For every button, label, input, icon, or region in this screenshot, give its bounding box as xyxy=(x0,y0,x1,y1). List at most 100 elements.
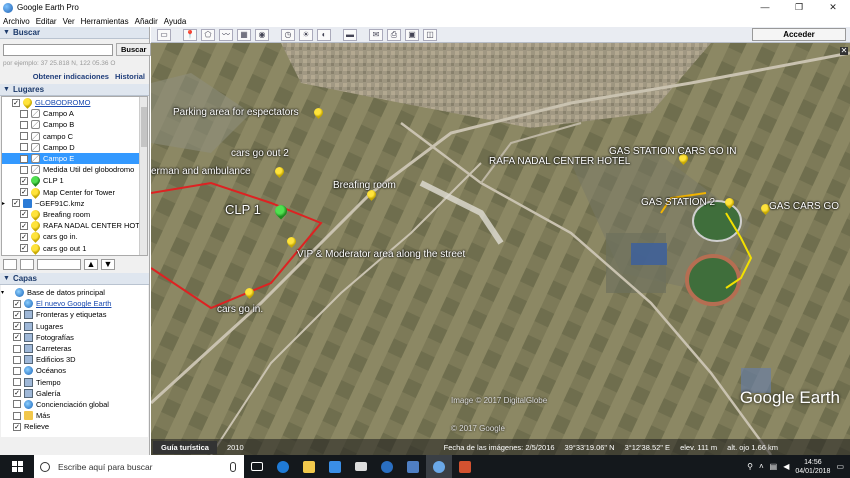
list-item[interactable]: ✓ cars go out 1 xyxy=(2,241,147,255)
maximize-button[interactable]: ❐ xyxy=(782,0,816,15)
checkbox[interactable]: ✓ xyxy=(20,154,28,163)
list-item[interactable]: Medida Util del globodromo xyxy=(2,164,147,175)
list-item[interactable]: ✓ Relieve xyxy=(1,421,148,432)
document-icon[interactable] xyxy=(400,455,426,478)
list-item[interactable]: ✓ Fotografías xyxy=(1,332,148,343)
list-item[interactable]: ✓ RAFA NADAL CENTER HOT... xyxy=(2,219,147,233)
checkbox[interactable]: ✓ xyxy=(20,221,28,230)
list-item[interactable]: ✓ Map Center for Tower xyxy=(2,185,147,199)
list-item[interactable]: Edificios 3D xyxy=(1,354,148,365)
list-item[interactable]: ✓ Lugares xyxy=(1,321,148,332)
tour-icon[interactable]: ◉ xyxy=(255,28,269,41)
powerpoint-icon[interactable] xyxy=(452,455,478,478)
store-icon[interactable] xyxy=(322,455,348,478)
scrollbar[interactable] xyxy=(139,97,147,255)
menu-herramientas[interactable]: Herramientas xyxy=(81,17,129,26)
task-view-icon[interactable] xyxy=(244,455,270,478)
historical-imagery-icon[interactable]: ◷ xyxy=(281,28,295,41)
menu-ayuda[interactable]: Ayuda xyxy=(164,17,187,26)
list-item[interactable]: Campo A xyxy=(2,108,147,119)
browser-icon[interactable] xyxy=(374,455,400,478)
checkbox[interactable] xyxy=(13,355,21,364)
polygon-icon[interactable]: ⬠ xyxy=(201,28,215,41)
checkbox[interactable]: ✓ xyxy=(20,232,28,241)
planets-icon[interactable]: ◐ xyxy=(317,28,331,41)
history-link[interactable]: Historial xyxy=(115,72,145,81)
checkbox[interactable] xyxy=(20,132,28,141)
panel-toggle-button[interactable] xyxy=(20,259,34,270)
menu-anadir[interactable]: Añadir xyxy=(135,17,158,26)
checkbox[interactable]: ✓ xyxy=(20,244,28,253)
list-item[interactable]: ✓ cars go in. xyxy=(2,230,147,244)
menu-ver[interactable]: Ver xyxy=(63,17,75,26)
list-item[interactable]: Carreteras xyxy=(1,343,148,354)
list-item[interactable]: ✓ El nuevo Google Earth xyxy=(1,298,148,309)
checkbox[interactable] xyxy=(20,165,28,174)
search-places-button[interactable] xyxy=(3,259,17,270)
list-item-selected[interactable]: ✓ Campo E xyxy=(2,152,147,165)
list-item[interactable]: ✓ GLOBODROMO xyxy=(2,97,147,109)
checkbox[interactable] xyxy=(13,344,21,353)
close-button[interactable]: ✕ xyxy=(816,0,850,15)
menu-archivo[interactable]: Archivo xyxy=(3,17,30,26)
move-down-button[interactable]: ▼ xyxy=(101,259,115,270)
list-item[interactable]: ✓ CLP 1 xyxy=(2,174,147,188)
checkbox[interactable]: ✓ xyxy=(13,310,21,319)
edge-icon[interactable] xyxy=(270,455,296,478)
list-item[interactable]: Campo D xyxy=(2,142,147,153)
file-explorer-icon[interactable] xyxy=(296,455,322,478)
checkbox[interactable] xyxy=(20,143,28,152)
list-item[interactable]: ✓ Galería xyxy=(1,388,148,399)
move-up-button[interactable]: ▲ xyxy=(84,259,98,270)
map-view[interactable]: ▭ 📍 ⬠ 〰 ▦ ◉ ◷ ☀ ◐ ▬ ✉ ⎙ ▣ ◫ Acceder Park… xyxy=(151,27,850,455)
mail-icon[interactable] xyxy=(348,455,374,478)
tour-guide-button[interactable]: Guía turística xyxy=(153,440,217,454)
places-filter-input[interactable] xyxy=(37,259,81,270)
checkbox[interactable]: ✓ xyxy=(20,176,28,185)
person-icon[interactable]: ⚲ xyxy=(747,462,753,471)
list-item[interactable]: Campo B xyxy=(2,119,147,130)
layers-header[interactable]: ▼ Capas xyxy=(0,273,149,285)
list-item[interactable]: ▸ ✓ ~GEF91C.kmz xyxy=(2,198,147,209)
checkbox[interactable]: ✓ xyxy=(13,389,21,398)
search-input[interactable] xyxy=(3,43,113,56)
search-header[interactable]: ▼ Buscar xyxy=(0,27,149,39)
menu-editar[interactable]: Editar xyxy=(36,17,57,26)
list-item[interactable]: campo C xyxy=(2,131,147,142)
overlay-icon[interactable]: ▦ xyxy=(237,28,251,41)
list-item[interactable]: ✓ Breafing room xyxy=(2,208,147,221)
taskbar-search[interactable]: Escribe aquí para buscar xyxy=(34,455,244,478)
checkbox[interactable]: ✓ xyxy=(13,422,21,431)
checkbox[interactable] xyxy=(13,400,21,409)
checkbox[interactable]: ✓ xyxy=(13,333,21,342)
list-item[interactable]: Océanos xyxy=(1,365,148,376)
notifications-icon[interactable]: ▭ xyxy=(836,462,844,471)
checkbox[interactable] xyxy=(13,366,21,375)
network-icon[interactable]: ▤ xyxy=(770,462,778,471)
list-item[interactable]: ✓ Fronteras y etiquetas xyxy=(1,309,148,320)
checkbox[interactable] xyxy=(13,378,21,387)
places-header[interactable]: ▼ Lugares xyxy=(0,84,149,96)
microphone-icon[interactable] xyxy=(230,461,236,472)
path-icon[interactable]: 〰 xyxy=(219,28,233,41)
list-item[interactable]: Tiempo xyxy=(1,377,148,388)
clock[interactable]: 14:56 04/01/2018 xyxy=(795,458,830,476)
email-icon[interactable]: ✉ xyxy=(369,28,383,41)
navigation-controls-icon[interactable]: ✕ xyxy=(840,47,848,55)
maps-icon[interactable]: ◫ xyxy=(423,28,437,41)
start-button[interactable] xyxy=(0,455,34,478)
minimize-button[interactable]: — xyxy=(748,0,782,15)
save-image-icon[interactable]: ▣ xyxy=(405,28,419,41)
chevron-up-icon[interactable]: ˄ xyxy=(759,462,764,471)
placemark-icon[interactable]: 📍 xyxy=(183,28,197,41)
checkbox[interactable]: ✓ xyxy=(13,322,21,331)
volume-icon[interactable]: ◀ xyxy=(783,462,789,471)
list-item[interactable]: Más xyxy=(1,410,148,421)
checkbox[interactable]: ✓ xyxy=(20,188,28,197)
sunlight-icon[interactable]: ☀ xyxy=(299,28,313,41)
list-item[interactable]: Concienciación global xyxy=(1,399,148,410)
google-earth-taskbar-icon[interactable] xyxy=(426,455,452,478)
ruler-icon[interactable]: ▬ xyxy=(343,28,357,41)
checkbox[interactable]: ✓ xyxy=(12,98,20,107)
checkbox[interactable]: ✓ xyxy=(12,199,20,208)
